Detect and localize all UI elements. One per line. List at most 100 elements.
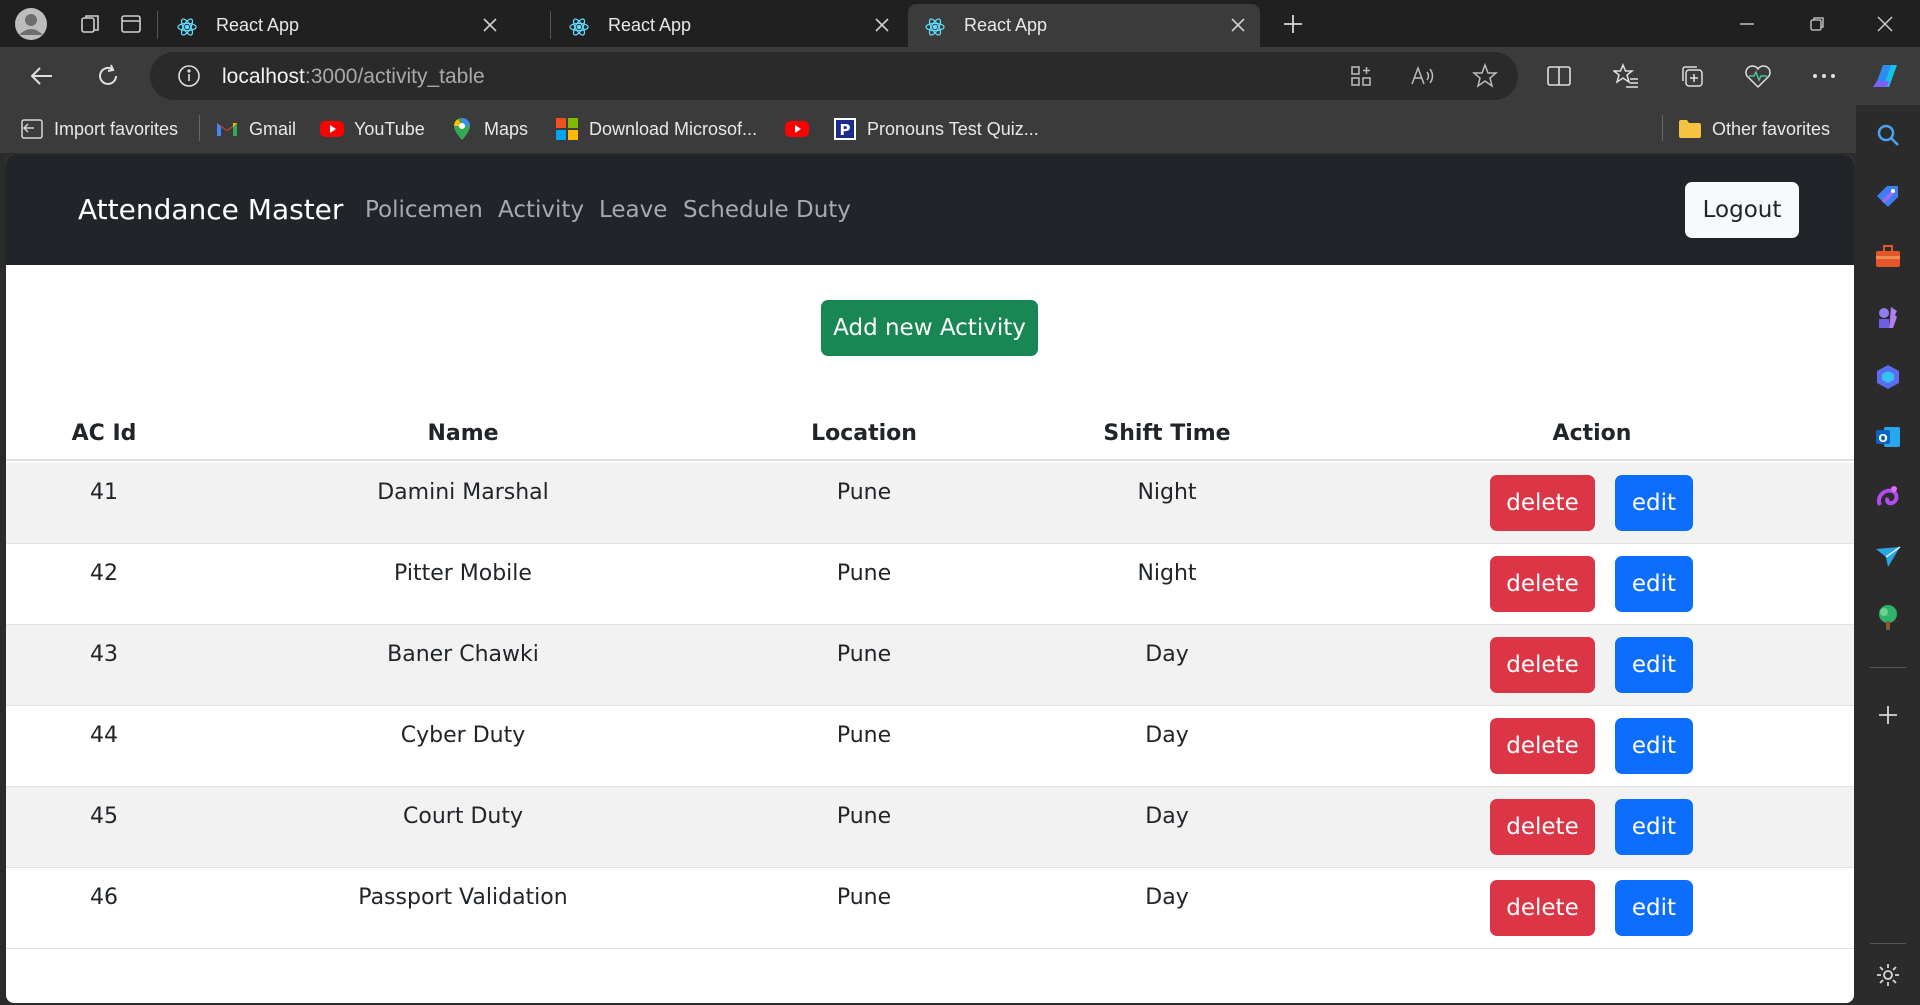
table-row: 45 Court Duty Pune Day delete edit: [6, 787, 1854, 868]
delete-button[interactable]: delete: [1490, 475, 1595, 531]
tools-briefcase-icon[interactable]: [1868, 237, 1908, 277]
tab-separator: [157, 11, 158, 39]
nav-link-schedule-duty[interactable]: Schedule Duty: [683, 197, 851, 223]
cell-ac-id: 43: [90, 642, 118, 667]
svg-text:P: P: [840, 121, 851, 139]
restore-icon[interactable]: [1782, 0, 1852, 47]
add-sidebar-app-icon[interactable]: [1868, 695, 1908, 735]
cell-name: Cyber Duty: [400, 723, 526, 748]
cell-shift-time: Day: [1145, 804, 1189, 829]
url-text[interactable]: localhost:3000/activity_table: [222, 65, 485, 89]
edit-button[interactable]: edit: [1615, 556, 1693, 612]
column-header-shift-time: Shift Time: [1103, 421, 1231, 446]
nav-link-policemen[interactable]: Policemen: [365, 197, 483, 223]
bookmark-youtube[interactable]: YouTube: [320, 116, 425, 142]
youtube-icon: [785, 117, 809, 141]
nav-link-activity[interactable]: Activity: [498, 197, 584, 223]
bookmark-pronouns-quiz[interactable]: P Pronouns Test Quiz...: [833, 116, 1039, 142]
cell-location: Pune: [836, 561, 892, 586]
page-viewport: Attendance Master Policemen Activity Lea…: [6, 155, 1854, 1003]
tab-title: React App: [608, 15, 692, 35]
tree-icon[interactable]: [1868, 597, 1908, 637]
logout-button[interactable]: Logout: [1685, 182, 1799, 238]
bookmark-label: Import favorites: [54, 118, 179, 139]
edit-button[interactable]: edit: [1615, 718, 1693, 774]
bookmark-gmail[interactable]: Gmail: [215, 116, 296, 142]
games-chess-icon[interactable]: [1868, 297, 1908, 337]
column-header-location: Location: [811, 421, 917, 446]
shopping-tag-icon[interactable]: [1868, 177, 1908, 217]
close-icon[interactable]: [480, 15, 500, 35]
app-navbar: Attendance Master Policemen Activity Lea…: [6, 155, 1854, 265]
split-screen-icon[interactable]: [1539, 56, 1579, 96]
browser-toolbar: localhost:3000/activity_table: [0, 47, 1920, 105]
refresh-icon[interactable]: [88, 56, 128, 96]
cell-location: Pune: [836, 723, 892, 748]
bookmark-youtube-2[interactable]: [785, 116, 819, 142]
microsoft-logo-icon: [555, 117, 579, 141]
cell-location: Pune: [836, 885, 892, 910]
edit-button[interactable]: edit: [1615, 475, 1693, 531]
bookmark-maps[interactable]: Maps: [450, 116, 528, 142]
search-icon[interactable]: [1868, 115, 1908, 155]
tab-actions-icon[interactable]: [112, 5, 150, 43]
send-message-icon[interactable]: [1868, 537, 1908, 577]
app-available-icon[interactable]: [1346, 61, 1376, 91]
copilot-sidebar-icon[interactable]: [1868, 357, 1908, 397]
url-path: :3000/activity_table: [304, 65, 485, 88]
outlook-icon[interactable]: O: [1868, 417, 1908, 457]
cell-name: Passport Validation: [358, 885, 568, 910]
add-new-activity-button[interactable]: Add new Activity: [821, 300, 1038, 356]
window-close-icon[interactable]: [1850, 0, 1920, 47]
site-info-icon[interactable]: [174, 61, 204, 91]
browser-tab-strip: React App React App React App: [0, 0, 1920, 47]
minimize-icon[interactable]: [1712, 0, 1782, 47]
nav-link-leave[interactable]: Leave: [599, 197, 667, 223]
browser-tab-3-active[interactable]: React App: [908, 4, 1260, 47]
brand-title[interactable]: Attendance Master: [78, 193, 343, 226]
close-icon[interactable]: [1228, 15, 1248, 35]
delete-button[interactable]: delete: [1490, 718, 1595, 774]
back-arrow-icon[interactable]: [22, 56, 62, 96]
tab-separator: [550, 11, 551, 39]
edit-button[interactable]: edit: [1615, 799, 1693, 855]
favorites-bar: Import favorites Gmail YouTube Maps Down…: [0, 105, 1860, 153]
collections-icon[interactable]: [1672, 56, 1712, 96]
edit-button[interactable]: edit: [1615, 637, 1693, 693]
p-logo-icon: P: [833, 117, 857, 141]
bookmark-separator: [1662, 115, 1663, 141]
browser-tab-2[interactable]: React App: [552, 4, 904, 47]
close-icon[interactable]: [872, 15, 892, 35]
address-bar[interactable]: localhost:3000/activity_table: [150, 52, 1518, 100]
workspaces-icon[interactable]: [72, 5, 110, 43]
tab-title: React App: [216, 15, 300, 35]
react-logo-icon: [924, 16, 946, 38]
profile-avatar-icon[interactable]: [12, 5, 50, 43]
more-menu-icon[interactable]: [1804, 56, 1844, 96]
bookmark-download-microsoft[interactable]: Download Microsof...: [555, 116, 757, 142]
browser-essentials-icon[interactable]: [1738, 56, 1778, 96]
new-tab-plus-icon[interactable]: [1274, 5, 1312, 43]
cell-location: Pune: [836, 480, 892, 505]
delete-button[interactable]: delete: [1490, 880, 1595, 936]
edit-button[interactable]: edit: [1615, 880, 1693, 936]
favorite-star-icon[interactable]: [1470, 61, 1500, 91]
copilot-icon[interactable]: [1866, 56, 1906, 96]
cell-name: Court Duty: [403, 804, 523, 829]
bookmark-other-favorites[interactable]: Other favorites: [1678, 116, 1830, 142]
edge-sidebar: O: [1856, 105, 1920, 1005]
bookmark-import-favorites[interactable]: Import favorites: [20, 116, 178, 142]
delete-button[interactable]: delete: [1490, 799, 1595, 855]
designer-icon[interactable]: [1868, 477, 1908, 517]
browser-tab-1[interactable]: React App: [160, 4, 512, 47]
table-row: 44 Cyber Duty Pune Day delete edit: [6, 706, 1854, 787]
react-logo-icon: [176, 16, 198, 38]
bookmark-separator: [199, 115, 200, 141]
favorites-list-icon[interactable]: [1606, 56, 1646, 96]
sidebar-settings-gear-icon[interactable]: [1868, 955, 1908, 995]
cell-name: Pitter Mobile: [394, 561, 532, 586]
delete-button[interactable]: delete: [1490, 637, 1595, 693]
delete-button[interactable]: delete: [1490, 556, 1595, 612]
read-aloud-icon[interactable]: [1408, 61, 1438, 91]
folder-icon: [1678, 117, 1702, 141]
